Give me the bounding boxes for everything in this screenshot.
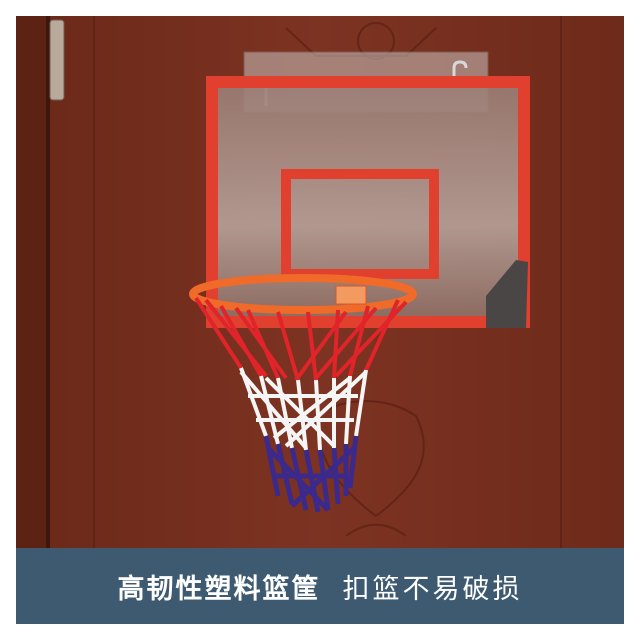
product-image-frame: 高韧性塑料篮筐 扣篮不易破损 (0, 0, 640, 640)
backboard (212, 82, 524, 322)
basketball-hoop-photo (16, 16, 624, 548)
caption-headline: 高韧性塑料篮筐 (117, 573, 321, 605)
caption-tagline: 扣篮不易破损 (342, 573, 523, 605)
door-frame-edge (16, 16, 48, 548)
caption-bar: 高韧性塑料篮筐 扣篮不易破损 (16, 548, 624, 624)
hinge-icon (49, 19, 65, 101)
rim-clip (335, 285, 367, 305)
